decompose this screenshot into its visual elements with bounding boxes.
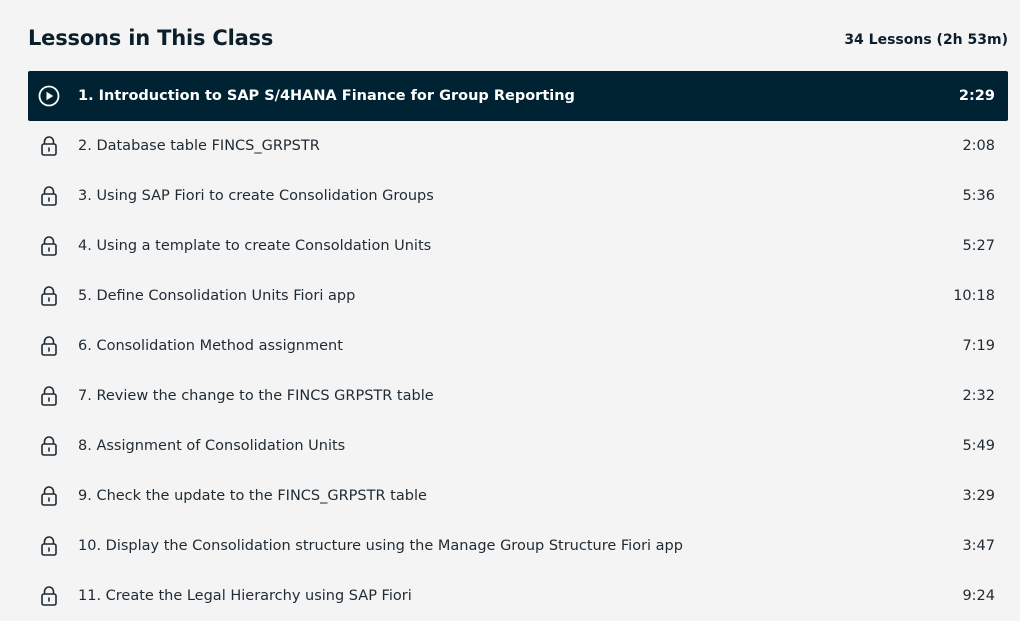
- lesson-duration: 5:49: [962, 438, 995, 454]
- lesson-duration: 3:47: [962, 538, 995, 554]
- lesson-list: 1. Introduction to SAP S/4HANA Finance f…: [28, 71, 1008, 621]
- lesson-row-11[interactable]: 11. Create the Legal Hierarchy using SAP…: [28, 571, 1008, 621]
- lock-icon: [28, 321, 70, 371]
- lesson-duration: 2:08: [962, 138, 995, 154]
- lesson-duration: 3:29: [962, 488, 995, 504]
- lesson-title: 7. Review the change to the FINCS GRPSTR…: [78, 388, 434, 404]
- lesson-title: 1. Introduction to SAP S/4HANA Finance f…: [78, 88, 575, 104]
- lesson-duration: 9:24: [962, 588, 995, 604]
- lesson-title: 5. Define Consolidation Units Fiori app: [78, 288, 356, 304]
- lesson-duration: 5:36: [962, 188, 995, 204]
- play-icon[interactable]: [28, 71, 70, 121]
- lesson-duration: 5:27: [962, 238, 995, 254]
- lesson-duration: 2:29: [958, 88, 995, 104]
- lesson-duration: 7:19: [962, 338, 995, 354]
- lesson-row-5[interactable]: 5. Define Consolidation Units Fiori app …: [28, 271, 1008, 321]
- lesson-row-6[interactable]: 6. Consolidation Method assignment 7:19: [28, 321, 1008, 371]
- lesson-title: 9. Check the update to the FINCS_GRPSTR …: [78, 488, 427, 504]
- lesson-row-3[interactable]: 3. Using SAP Fiori to create Consolidati…: [28, 171, 1008, 221]
- lesson-row-7[interactable]: 7. Review the change to the FINCS GRPSTR…: [28, 371, 1008, 421]
- lesson-row-9[interactable]: 9. Check the update to the FINCS_GRPSTR …: [28, 471, 1008, 521]
- lesson-title: 11. Create the Legal Hierarchy using SAP…: [78, 588, 412, 604]
- lesson-title: 2. Database table FINCS_GRPSTR: [78, 138, 320, 154]
- lock-icon: [28, 221, 70, 271]
- lesson-row-4[interactable]: 4. Using a template to create Consoldati…: [28, 221, 1008, 271]
- lock-icon: [28, 571, 70, 621]
- lessons-header: Lessons in This Class 34 Lessons (2h 53m…: [28, 26, 1008, 56]
- lesson-row-10[interactable]: 10. Display the Consolidation structure …: [28, 521, 1008, 571]
- lesson-title: 4. Using a template to create Consoldati…: [78, 238, 432, 254]
- lessons-panel: Lessons in This Class 34 Lessons (2h 53m…: [0, 0, 1020, 619]
- lesson-row-2[interactable]: 2. Database table FINCS_GRPSTR 2:08: [28, 121, 1008, 171]
- lesson-row-1[interactable]: 1. Introduction to SAP S/4HANA Finance f…: [28, 71, 1008, 121]
- lock-icon: [28, 371, 70, 421]
- lessons-title: Lessons in This Class: [28, 26, 274, 50]
- lesson-duration: 2:32: [962, 388, 995, 404]
- lock-icon: [28, 521, 70, 571]
- lesson-title: 10. Display the Consolidation structure …: [78, 538, 683, 554]
- lesson-title: 3. Using SAP Fiori to create Consolidati…: [78, 188, 434, 204]
- lesson-duration: 10:18: [953, 288, 995, 304]
- lock-icon: [28, 121, 70, 171]
- lock-icon: [28, 421, 70, 471]
- lessons-summary: 34 Lessons (2h 53m): [844, 32, 1008, 48]
- lock-icon: [28, 171, 70, 221]
- lesson-row-8[interactable]: 8. Assignment of Consolidation Units 5:4…: [28, 421, 1008, 471]
- lock-icon: [28, 471, 70, 521]
- lesson-title: 8. Assignment of Consolidation Units: [78, 438, 346, 454]
- lesson-title: 6. Consolidation Method assignment: [78, 338, 343, 354]
- lock-icon: [28, 271, 70, 321]
